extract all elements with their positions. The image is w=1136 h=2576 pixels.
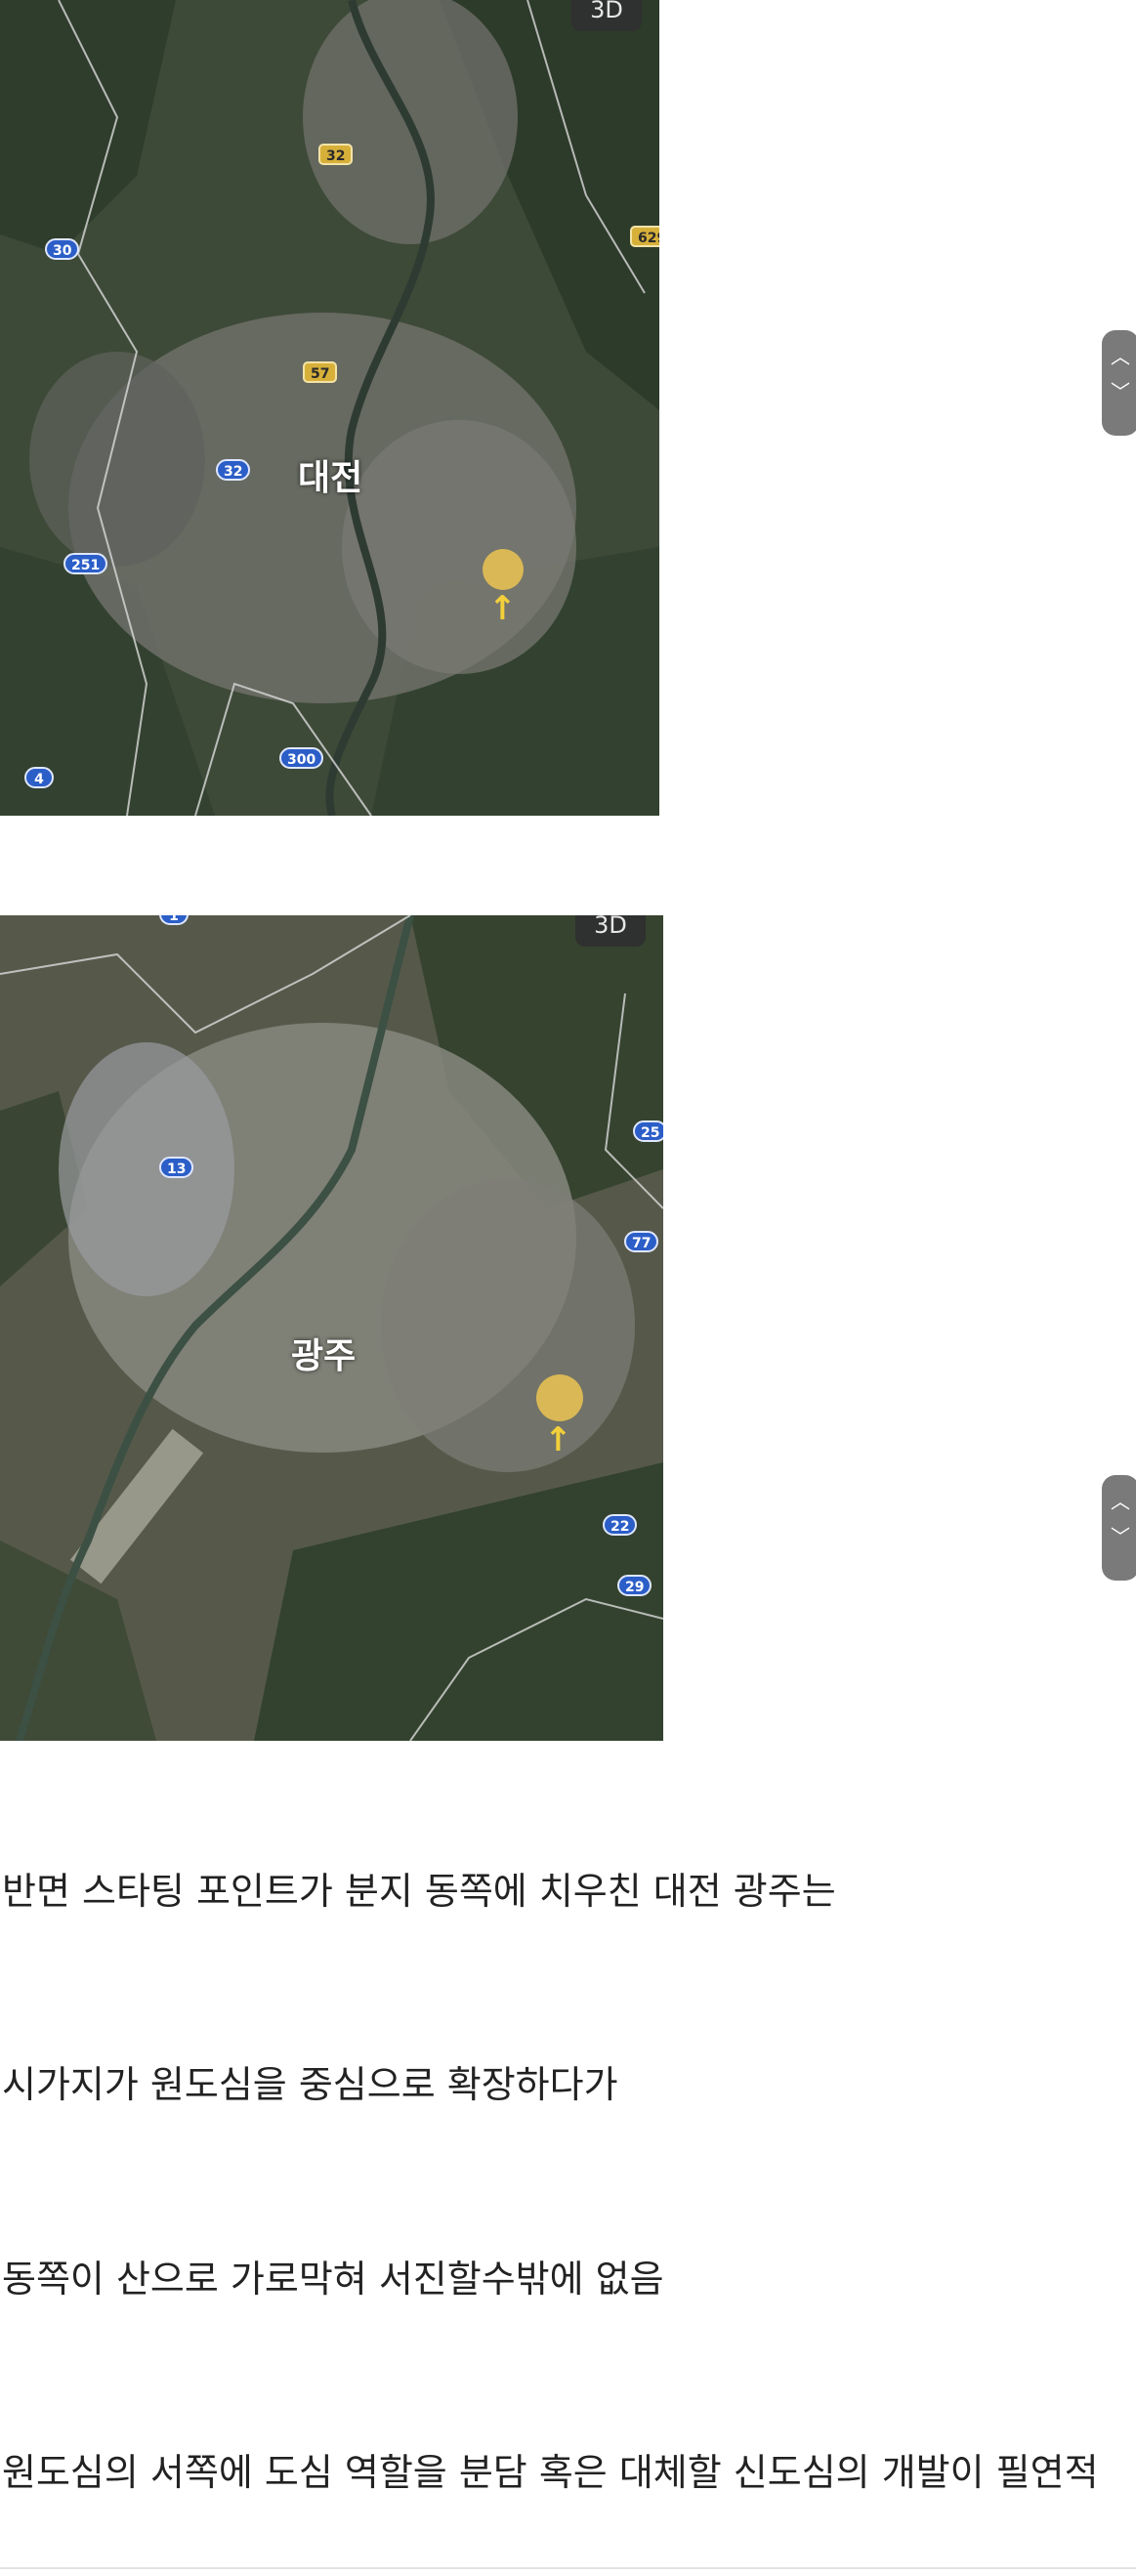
highlight-circle-icon — [483, 549, 524, 590]
divider — [0, 2567, 1136, 2569]
route-shield: 57 — [303, 361, 338, 383]
body-text-line: 동쪽이 산으로 가로막혀 서진할수밖에 없음 — [2, 2258, 664, 2301]
body-text-line: 원도심의 서쪽에 도심 역할을 분담 혹은 대체할 신도심의 개발이 필연적 — [2, 2451, 1099, 2494]
3d-view-button[interactable]: 3D — [571, 0, 642, 31]
scroll-control[interactable]: ︿ ﹀ — [1102, 330, 1136, 436]
route-shield: 22 — [603, 1514, 638, 1536]
satellite-imagery — [0, 0, 659, 816]
route-shield: 32 — [318, 144, 354, 165]
city-label: 광주 — [291, 1336, 357, 1376]
arrow-up-icon: ↑ — [544, 1420, 572, 1459]
highlight-circle-icon — [536, 1374, 583, 1421]
chevron-up-icon[interactable]: ︿ — [1102, 1487, 1136, 1516]
chevron-down-icon[interactable]: ﹀ — [1102, 377, 1136, 406]
route-shield: 32 — [216, 459, 251, 481]
route-shield: 13 — [159, 1157, 194, 1178]
city-label: 대전 — [298, 458, 363, 498]
body-text-line: 시가지가 원도심을 중심으로 확장하다가 — [2, 2063, 618, 2106]
satellite-map-gwangju[interactable]: 3D 1 13 25 77 22 29 광주 ↑ — [0, 915, 663, 1741]
chevron-up-icon[interactable]: ︿ — [1102, 342, 1136, 371]
route-shield: 77 — [624, 1231, 659, 1252]
route-shield: 300 — [279, 747, 324, 769]
route-shield: 629 — [630, 226, 659, 247]
satellite-map-daejeon[interactable]: 3D 32 30 629 57 32 251 4 300 대전 ↑ — [0, 0, 659, 816]
route-shield: 29 — [617, 1575, 652, 1596]
chevron-down-icon[interactable]: ﹀ — [1102, 1522, 1136, 1551]
route-shield: 30 — [45, 238, 80, 260]
route-shield: 251 — [63, 553, 108, 574]
route-shield: 4 — [24, 767, 54, 788]
scroll-control[interactable]: ︿ ﹀ — [1102, 1475, 1136, 1581]
route-shield: 25 — [633, 1120, 663, 1142]
arrow-up-icon: ↑ — [488, 589, 517, 628]
body-text-line: 반면 스타팅 포인트가 분지 동쪽에 치우친 대전 광주는 — [2, 1870, 836, 1913]
3d-view-button[interactable]: 3D — [575, 915, 646, 947]
